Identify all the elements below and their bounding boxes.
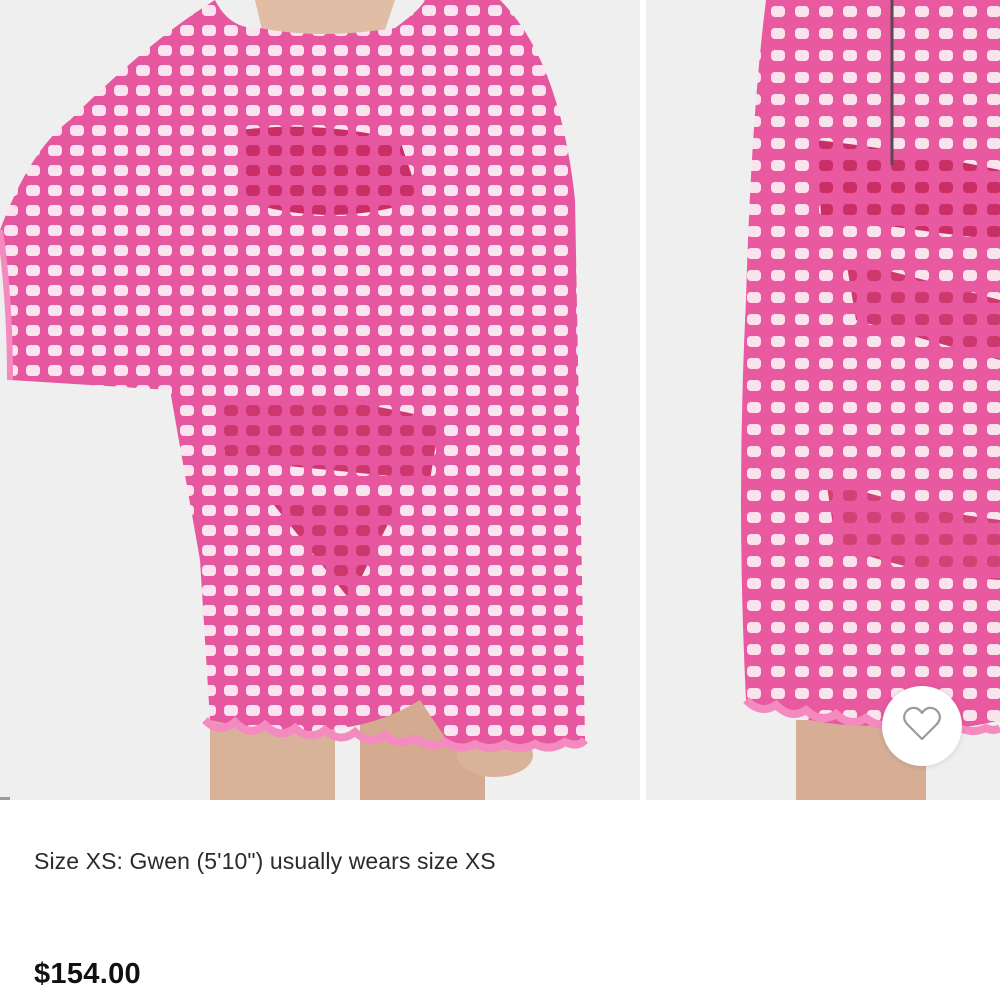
add-to-wishlist-button[interactable] bbox=[882, 686, 962, 766]
product-price: $154.00 bbox=[34, 958, 141, 990]
product-image-front[interactable] bbox=[0, 0, 640, 800]
size-fit-note: Size XS: Gwen (5'10") usually wears size… bbox=[34, 848, 496, 874]
product-page: Size XS: Gwen (5'10") usually wears size… bbox=[0, 0, 1000, 1000]
carousel-indicator bbox=[0, 797, 10, 800]
product-image-detail[interactable] bbox=[646, 0, 1000, 800]
product-image-gallery[interactable] bbox=[0, 0, 1000, 800]
heart-outline-icon bbox=[902, 706, 942, 747]
